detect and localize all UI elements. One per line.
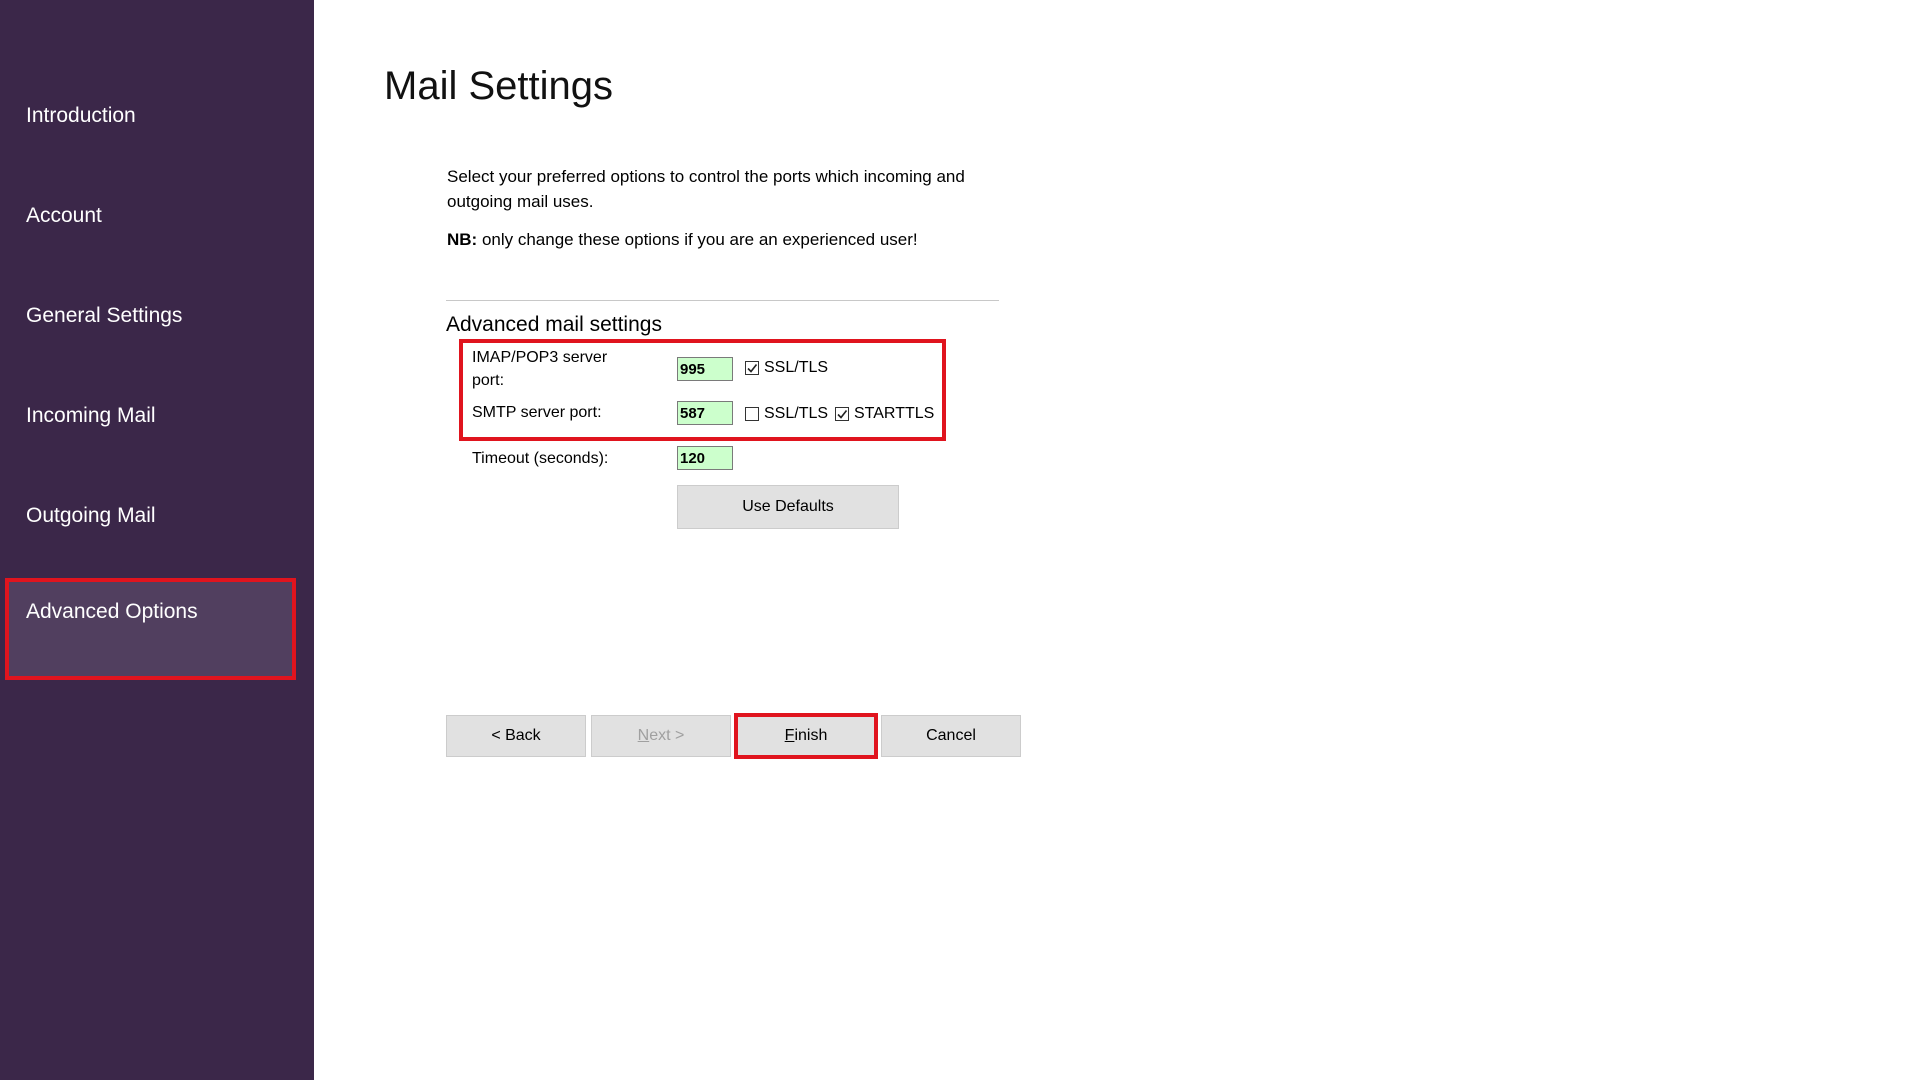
back-button[interactable]: < Back xyxy=(446,715,586,757)
sidebar-item-label: Advanced Options xyxy=(26,600,198,623)
smtp-ssl-checkbox[interactable]: SSL/TLS xyxy=(745,405,828,423)
imap-port-label: IMAP/POP3 server port: xyxy=(472,349,608,389)
sidebar-item-label: Incoming Mail xyxy=(26,404,156,427)
next-mnemonic: N xyxy=(637,727,650,744)
imap-ssl-checkbox[interactable]: SSL/TLS xyxy=(745,359,828,377)
intro-text: Select your preferred options to control… xyxy=(447,167,965,211)
next-label: ext > xyxy=(649,727,685,744)
sidebar-item-advanced-options[interactable]: Advanced Options xyxy=(5,578,296,680)
use-defaults-button[interactable]: Use Defaults xyxy=(677,485,899,529)
smtp-ssl-label: SSL/TLS xyxy=(764,405,829,422)
sidebar: Introduction Account General Settings In… xyxy=(0,0,314,1080)
checkbox-unchecked-icon xyxy=(745,407,759,421)
section-title: Advanced mail settings xyxy=(446,313,662,336)
note-prefix: NB: xyxy=(447,230,478,249)
imap-ssl-label: SSL/TLS xyxy=(764,359,829,376)
page-title: Mail Settings xyxy=(384,64,613,108)
sidebar-item-label: Introduction xyxy=(26,104,136,127)
checkbox-checked-icon xyxy=(745,361,759,375)
smtp-port-input[interactable] xyxy=(677,401,733,425)
finish-mnemonic: F xyxy=(784,727,795,744)
smtp-starttls-checkbox[interactable]: STARTTLS xyxy=(835,405,934,423)
note-text: only change these options if you are an … xyxy=(477,230,918,249)
sidebar-item-general-settings[interactable]: General Settings xyxy=(9,286,292,380)
next-button[interactable]: Next > xyxy=(591,715,731,757)
sidebar-item-incoming-mail[interactable]: Incoming Mail xyxy=(9,386,292,480)
timeout-input[interactable] xyxy=(677,446,733,470)
sidebar-item-label: General Settings xyxy=(26,304,183,327)
finish-label: inish xyxy=(794,727,828,744)
sidebar-item-account[interactable]: Account xyxy=(9,186,292,280)
sidebar-item-label: Account xyxy=(26,204,102,227)
smtp-port-label: SMTP server port: xyxy=(472,404,602,421)
checkbox-checked-icon xyxy=(835,407,849,421)
imap-port-input[interactable] xyxy=(677,357,733,381)
sidebar-item-label: Outgoing Mail xyxy=(26,504,156,527)
smtp-starttls-label: STARTTLS xyxy=(854,405,935,422)
timeout-label: Timeout (seconds): xyxy=(472,450,609,467)
finish-button[interactable]: Finish xyxy=(734,713,878,759)
warning-note: NB: only change these options if you are… xyxy=(447,230,918,250)
mail-settings-window: Introduction Account General Settings In… xyxy=(0,0,1920,1080)
sidebar-item-outgoing-mail[interactable]: Outgoing Mail xyxy=(9,486,292,580)
cancel-button[interactable]: Cancel xyxy=(881,715,1021,757)
sidebar-item-introduction[interactable]: Introduction xyxy=(9,86,292,180)
section-divider xyxy=(446,300,999,301)
